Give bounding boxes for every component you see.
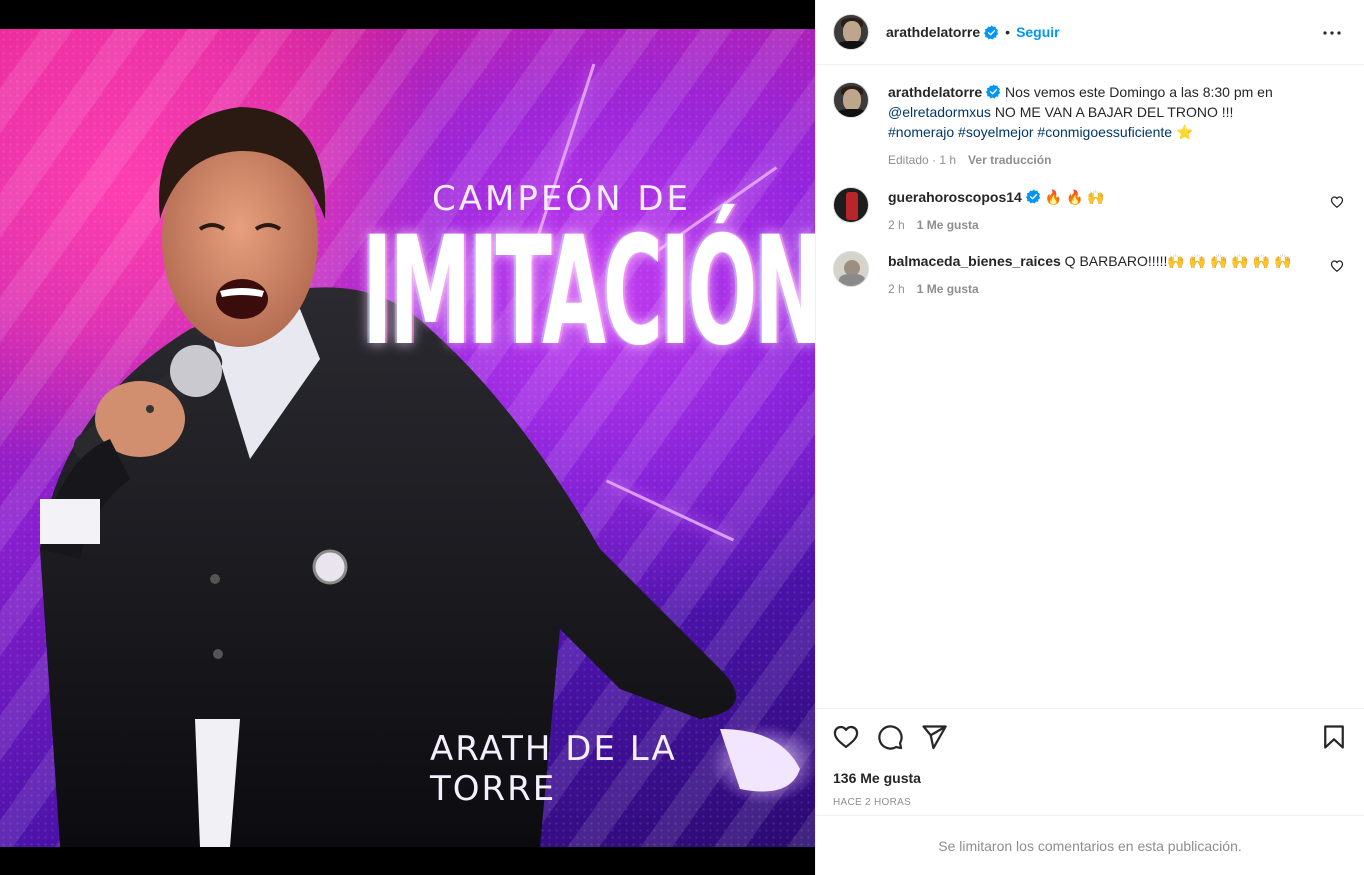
post-image[interactable]: CAMPEÓN DE IMITACIÓN ARATH DE LA TORRE — [0, 29, 815, 847]
caption-meta: Editado · 1 h Ver traducción — [888, 150, 1308, 170]
hashtag-link[interactable]: #soyelmejor — [958, 124, 1033, 140]
caption-text-2: NO ME VAN A BAJAR DEL TRONO !!! — [994, 104, 1234, 120]
caption-avatar[interactable] — [833, 82, 869, 118]
verified-badge-icon — [1025, 189, 1041, 204]
posted-time: HACE 2 HORAS — [833, 797, 912, 808]
verified-badge-icon — [984, 24, 999, 39]
comment-icon[interactable] — [876, 723, 904, 751]
translate-button[interactable]: Ver traducción — [968, 150, 1051, 170]
comment-likes[interactable]: 1 Me gusta — [917, 279, 979, 299]
post-panel: arathdelatorre • Seguir arathdelatorre N… — [815, 0, 1364, 875]
media-title-main: IMITACIÓN — [362, 205, 815, 379]
verified-badge-icon — [986, 84, 1001, 99]
share-send-icon[interactable] — [920, 723, 948, 751]
save-bookmark-icon[interactable] — [1320, 723, 1348, 751]
caption-text: Nos vemos este Domingo a las 8:30 pm en — [1005, 84, 1273, 100]
comment-meta: 2 h 1 Me gusta — [888, 279, 1308, 299]
comment-body: balmaceda_bienes_raices Q BARBARO!!!!!🙌 … — [888, 251, 1308, 299]
comment-row: guerahoroscopos14 🔥 🔥 🙌 2 h 1 Me gusta — [833, 187, 1348, 235]
likes-count[interactable]: 136 Me gusta — [833, 770, 921, 786]
post-actions: 136 Me gusta HACE 2 HORAS — [816, 708, 1364, 815]
more-horizontal-icon[interactable] — [1320, 21, 1344, 45]
separator-dot: • — [1005, 24, 1011, 40]
comment-row: balmaceda_bienes_raices Q BARBARO!!!!!🙌 … — [833, 251, 1348, 299]
comment-avatar[interactable] — [833, 187, 869, 223]
comment-meta: 2 h 1 Me gusta — [888, 215, 1308, 235]
comment-time[interactable]: 2 h — [888, 279, 905, 299]
comment-time[interactable]: 2 h — [888, 215, 905, 235]
edited-label: Editado · 1 h — [888, 153, 957, 167]
hashtag-link[interactable]: #nomerajo — [888, 124, 954, 140]
comments-list[interactable]: arathdelatorre Nos vemos este Domingo a … — [816, 66, 1364, 708]
comment-avatar[interactable] — [833, 251, 869, 287]
comment-text: Q BARBARO!!!!!🙌 🙌 🙌 🙌 🙌 🙌 — [1064, 253, 1292, 269]
star-emoji: ⭐ — [1175, 124, 1194, 140]
caption-username[interactable]: arathdelatorre — [888, 84, 982, 100]
hashtag-link[interactable]: #conmigoessuficiente — [1037, 124, 1172, 140]
post-viewer: CAMPEÓN DE IMITACIÓN ARATH DE LA TORRE a… — [0, 0, 1364, 875]
like-heart-icon[interactable] — [832, 723, 860, 751]
caption-body: arathdelatorre Nos vemos este Domingo a … — [888, 82, 1308, 170]
media-name: ARATH DE LA TORRE — [430, 729, 677, 809]
like-comment-heart-icon[interactable] — [1330, 259, 1344, 273]
follow-button[interactable]: Seguir — [1016, 24, 1060, 40]
singer-illustration — [40, 107, 815, 847]
action-icons — [832, 723, 948, 751]
comment-likes[interactable]: 1 Me gusta — [917, 215, 979, 235]
comments-limited-notice: Se limitaron los comentarios en esta pub… — [816, 815, 1364, 875]
post-header: arathdelatorre • Seguir — [816, 0, 1364, 65]
post-media[interactable]: CAMPEÓN DE IMITACIÓN ARATH DE LA TORRE — [0, 0, 815, 875]
like-comment-heart-icon[interactable] — [1330, 195, 1344, 209]
author-avatar[interactable] — [833, 14, 869, 50]
comment-body: guerahoroscopos14 🔥 🔥 🙌 2 h 1 Me gusta — [888, 187, 1308, 235]
comment-username[interactable]: guerahoroscopos14 — [888, 189, 1022, 205]
caption-mention[interactable]: @elretadormxus — [888, 104, 991, 120]
comment-username[interactable]: balmaceda_bienes_raices — [888, 253, 1061, 269]
comment-text: 🔥 🔥 🙌 — [1044, 189, 1105, 205]
author-username[interactable]: arathdelatorre — [886, 24, 980, 40]
caption-row: arathdelatorre Nos vemos este Domingo a … — [833, 82, 1348, 170]
